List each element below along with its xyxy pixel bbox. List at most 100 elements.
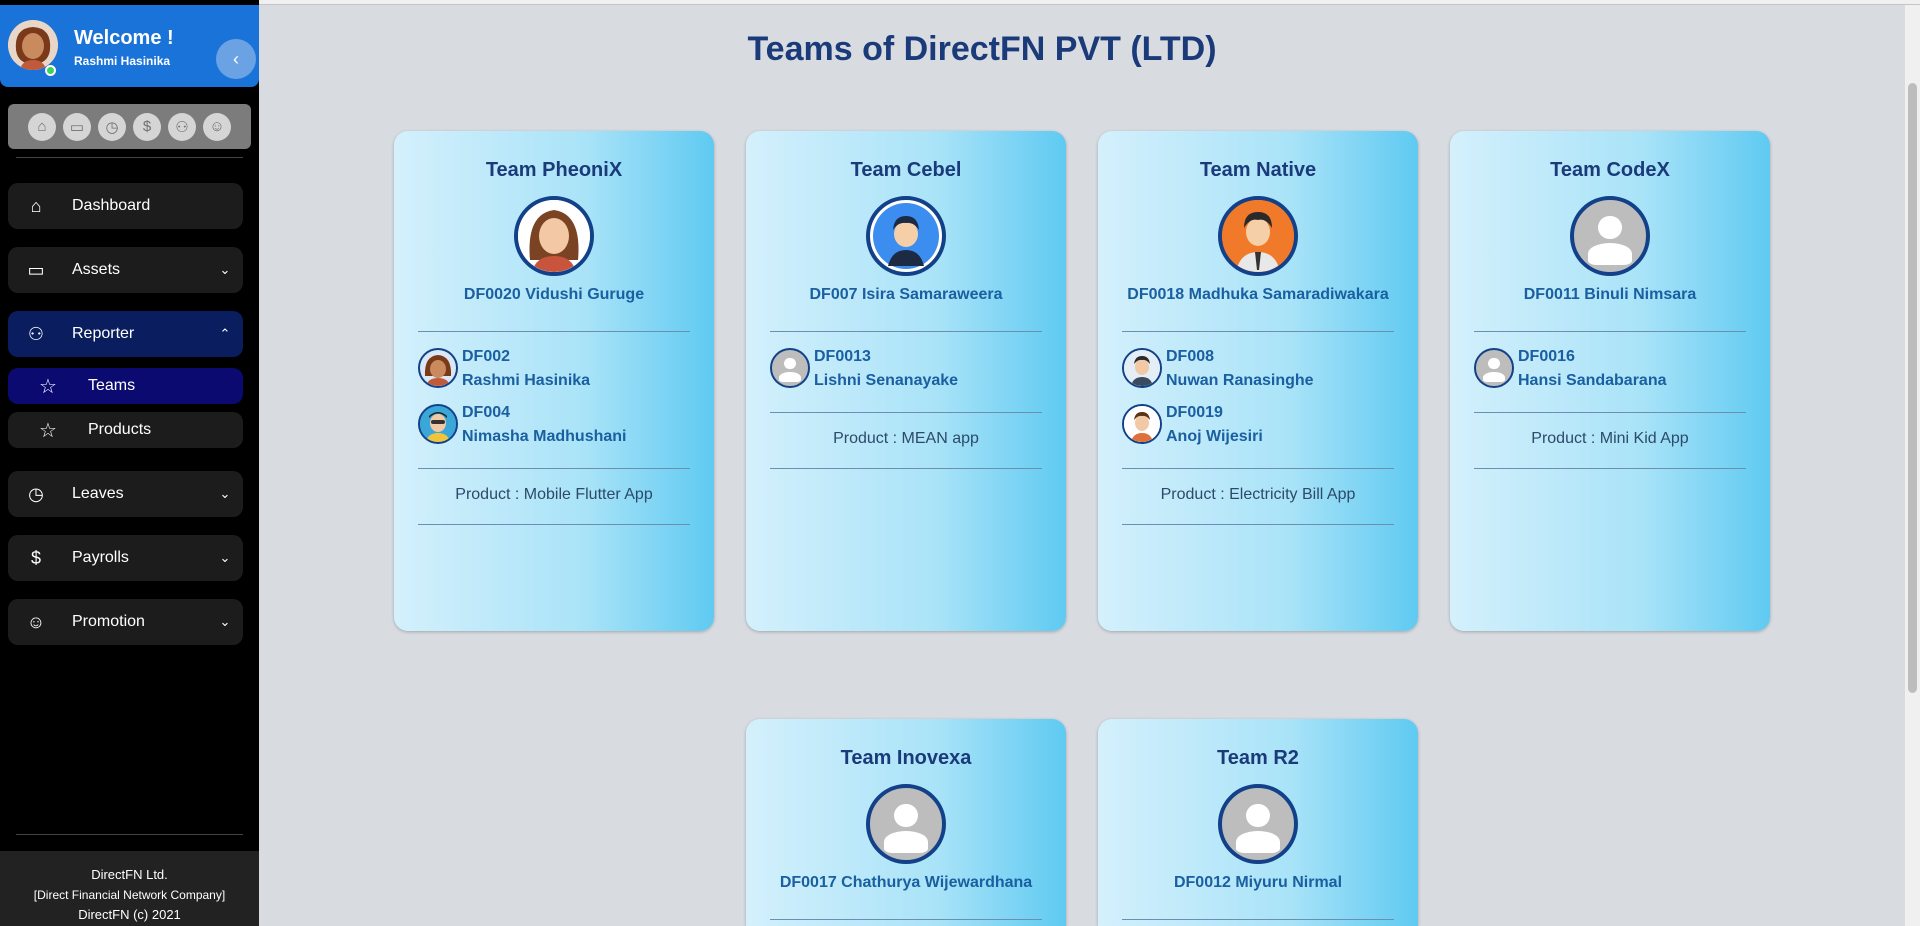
card-divider — [1122, 468, 1394, 469]
card-divider — [418, 524, 690, 525]
team-product: Product : Electricity Bill App — [1160, 486, 1356, 503]
group-icon[interactable]: ⚇ — [168, 112, 196, 141]
vertical-scrollbar[interactable] — [1905, 5, 1920, 926]
team-lead-name: DF0018 Madhuka Samaradiwakara — [1127, 286, 1389, 303]
team-name: Team Cebel — [850, 159, 962, 181]
member-id: DF0016 — [1518, 348, 1575, 365]
team-name: Team PheoniX — [485, 159, 623, 181]
team-name: Team Inovexa — [840, 747, 972, 769]
sidebar-item-promotion[interactable]: ☺ Promotion ⌄ — [8, 599, 243, 645]
team-lead-name: DF0012 Miyuru Nirmal — [1173, 874, 1343, 891]
person-placeholder-icon — [870, 788, 942, 860]
sidebar-subitem-products[interactable]: ☆ Products — [8, 412, 243, 448]
chevron-down-icon: ⌄ — [219, 614, 231, 629]
team-card: Team Inovexa DF0017 Chathurya Wijewardha… — [746, 719, 1066, 926]
chevron-left-icon: ‹ — [233, 48, 239, 69]
chevron-down-icon: ⌄ — [219, 262, 231, 277]
card-divider — [1474, 412, 1746, 413]
clock-icon: ◷ — [28, 483, 44, 504]
home-icon[interactable]: ⌂ — [28, 112, 56, 141]
team-name: Team Native — [1199, 159, 1317, 181]
devices-icon[interactable]: ▭ — [63, 112, 91, 141]
page-title: Teams of DirectFN PVT (LTD) — [747, 30, 1217, 68]
team-card: Team Cebel DF007 Isira Samaraweera DF001… — [746, 131, 1066, 631]
collapse-sidebar-button[interactable]: ‹ — [216, 39, 256, 79]
sidebar-item-assets[interactable]: ▭ Assets ⌄ — [8, 247, 243, 293]
sidebar-footer: DirectFN Ltd. [Direct Financial Network … — [0, 851, 259, 926]
card-divider — [1122, 919, 1394, 920]
card-divider — [770, 331, 1042, 332]
sidebar-item-label: Reporter — [72, 325, 135, 342]
card-divider — [770, 919, 1042, 920]
person-placeholder-icon — [772, 350, 808, 386]
member-name: Nuwan Ranasinghe — [1166, 372, 1314, 389]
sidebar-item-reporter[interactable]: ⚇ Reporter ⌃ — [8, 311, 243, 357]
team-member: DF0013 Lishni Senanayake — [770, 348, 1042, 398]
team-lead-avatar — [1218, 196, 1298, 276]
person-placeholder-icon — [1222, 788, 1294, 860]
member-id: DF002 — [462, 348, 511, 365]
member-name: Lishni Senanayake — [814, 372, 959, 389]
team-card: Team Native DF0018 Madhuka Samaradiwakar… — [1098, 131, 1418, 631]
user-check-icon[interactable]: ☺ — [203, 112, 231, 141]
star-icon: ☆ — [39, 419, 57, 442]
footer-copyright: DirectFN (c) 2021 — [78, 907, 181, 922]
team-member: DF008 Nuwan Ranasinghe — [1122, 348, 1394, 398]
dollar-icon[interactable]: $ — [133, 112, 161, 141]
devices-icon: ▭ — [27, 259, 45, 280]
sidebar-item-label: Teams — [88, 377, 136, 394]
member-name: Rashmi Hasinika — [462, 372, 591, 389]
team-product: Product : MEAN app — [833, 430, 979, 447]
member-avatar — [418, 404, 458, 444]
sidebar-item-label: Products — [88, 421, 152, 438]
team-name: Team R2 — [1217, 747, 1299, 769]
card-divider — [418, 331, 690, 332]
team-lead-avatar — [1570, 196, 1650, 276]
chevron-down-icon: ⌄ — [219, 486, 231, 501]
card-divider — [770, 412, 1042, 413]
team-member: DF0019 Anoj Wijesiri — [1122, 404, 1394, 454]
member-avatar — [1474, 348, 1514, 388]
star-icon: ☆ — [39, 375, 57, 398]
team-card: Team CodeX DF0011 Binuli Nimsara DF0016 … — [1450, 131, 1770, 631]
online-status-dot — [45, 65, 56, 76]
sidebar-item-label: Payrolls — [72, 549, 129, 566]
chevron-up-icon: ⌃ — [219, 326, 231, 341]
member-name: Hansi Sandabarana — [1518, 372, 1667, 389]
scrollbar-thumb[interactable] — [1908, 83, 1917, 693]
sidebar-item-leaves[interactable]: ◷ Leaves ⌄ — [8, 471, 243, 517]
sidebar-item-payrolls[interactable]: $ Payrolls ⌄ — [8, 535, 243, 581]
member-avatar — [418, 348, 458, 388]
card-divider — [418, 468, 690, 469]
team-name: Team CodeX — [1550, 159, 1670, 181]
team-lead-avatar — [514, 196, 594, 276]
member-id: DF0013 — [814, 348, 871, 365]
member-id: DF0019 — [1166, 404, 1223, 421]
home-icon: ⌂ — [30, 195, 42, 216]
member-name: Nimasha Madhushani — [462, 428, 627, 445]
sidebar-item-label: Promotion — [72, 613, 145, 630]
team-member: DF002 Rashmi Hasinika — [418, 348, 690, 398]
team-lead-avatar — [866, 196, 946, 276]
user-check-icon: ☺ — [26, 611, 46, 632]
sidebar-divider — [16, 157, 243, 158]
sidebar-item-dashboard[interactable]: ⌂ Dashboard — [8, 183, 243, 229]
welcome-user-name: Rashmi Hasinika — [74, 54, 171, 68]
team-lead-avatar — [866, 784, 946, 864]
welcome-panel: Welcome ! Rashmi Hasinika ‹ — [0, 5, 259, 87]
member-avatar — [770, 348, 810, 388]
card-divider — [770, 468, 1042, 469]
card-divider — [1122, 331, 1394, 332]
sidebar-item-label: Dashboard — [72, 197, 151, 214]
welcome-title: Welcome ! — [74, 27, 174, 49]
team-lead-name: DF007 Isira Samaraweera — [809, 286, 1003, 303]
footer-company: DirectFN Ltd. — [91, 867, 168, 882]
chevron-down-icon: ⌄ — [219, 550, 231, 565]
card-divider — [1474, 468, 1746, 469]
sidebar: Welcome ! Rashmi Hasinika ‹ ⌂ ▭ ◷ $ ⚇ ☺ … — [0, 0, 259, 926]
sidebar-subitem-teams[interactable]: ☆ Teams — [8, 368, 243, 404]
clock-icon[interactable]: ◷ — [98, 112, 126, 141]
member-avatar — [1122, 348, 1162, 388]
team-lead-avatar — [1218, 784, 1298, 864]
team-product: Product : Mini Kid App — [1531, 430, 1689, 447]
